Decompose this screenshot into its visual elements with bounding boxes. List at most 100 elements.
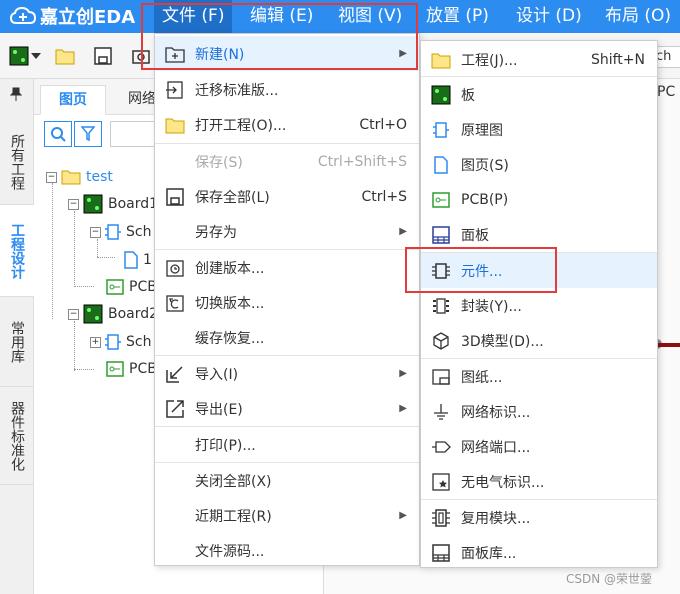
- submenu-item-component[interactable]: 元件...: [421, 253, 657, 288]
- tree-item-board[interactable]: − Board1: [68, 191, 158, 217]
- tree-item-label: Board2: [108, 306, 159, 322]
- board-icon: [83, 194, 103, 214]
- menu-file[interactable]: 文件 (F): [154, 0, 233, 33]
- tree-item-schematic[interactable]: + Sch: [90, 329, 151, 355]
- menu-item-shortcut: Ctrl+O: [359, 116, 407, 133]
- page-icon: [431, 155, 451, 175]
- chevron-down-icon[interactable]: [30, 45, 42, 67]
- menu-item-shortcut: Shift+N: [590, 51, 645, 68]
- menu-item-new[interactable]: 新建(N) ▶: [155, 36, 419, 71]
- submenu-item-footprint[interactable]: 封装(Y)...: [421, 288, 657, 323]
- tab-pages[interactable]: 图页: [40, 85, 106, 115]
- footprint-icon: [431, 296, 451, 316]
- schematic-icon: [105, 333, 121, 351]
- menu-item-cache-restore[interactable]: 缓存恢复...: [155, 320, 419, 355]
- submenu-item-net-label[interactable]: 网络标识...: [421, 394, 657, 429]
- expand-icon[interactable]: +: [90, 336, 101, 348]
- tab-common-library[interactable]: 常用库: [0, 297, 34, 387]
- menu-item-create-version[interactable]: 创建版本...: [155, 250, 419, 285]
- app-logo-text: 嘉立创EDA: [40, 7, 136, 28]
- collapse-icon[interactable]: −: [68, 308, 79, 320]
- tree-item-pcb[interactable]: PCB: [106, 356, 157, 382]
- submenu-item-drawing-sheet[interactable]: 图纸...: [421, 359, 657, 394]
- menu-item-save: 保存(S) Ctrl+Shift+S: [155, 144, 419, 179]
- net-port-icon: [431, 437, 451, 457]
- submenu-item-net-port[interactable]: 网络端口...: [421, 429, 657, 464]
- save-icon[interactable]: [92, 45, 114, 67]
- page-icon: [124, 251, 138, 269]
- camera-icon[interactable]: [130, 45, 152, 67]
- menu-item-label: 面板: [461, 227, 489, 244]
- menu-view[interactable]: 视图 (V): [330, 0, 410, 33]
- submenu-item-non-electrical-mark[interactable]: 无电气标识...: [421, 464, 657, 499]
- menu-edit[interactable]: 编辑 (E): [242, 0, 321, 33]
- menu-item-save-all[interactable]: 保存全部(L) Ctrl+S: [155, 179, 419, 214]
- submenu-item-reuse-module[interactable]: 复用模块...: [421, 500, 657, 535]
- open-folder-icon[interactable]: [54, 45, 76, 67]
- panel-search-input[interactable]: [110, 121, 160, 147]
- submenu-item-pcb[interactable]: PCB(P): [421, 182, 657, 217]
- menu-item-import[interactable]: 导入(I) ▶: [155, 356, 419, 391]
- pcb-icon: [106, 279, 124, 295]
- left-tab-strip: 所有工程 工程设计 常用库 器件标准化: [0, 79, 34, 594]
- file-menu: 新建(N) ▶ 迁移标准版... 打开工程(O)... Ctrl+O 保存(S)…: [154, 33, 420, 566]
- tree-item-page[interactable]: 1: [124, 247, 152, 273]
- menu-item-label: 工程(J)...: [461, 52, 518, 69]
- panel-search-buttons: [44, 121, 102, 147]
- export-icon: [165, 399, 185, 419]
- tab-project-design[interactable]: 工程设计: [0, 205, 34, 297]
- menu-design[interactable]: 设计 (D): [508, 0, 590, 33]
- tree-item-pcb[interactable]: PCB: [106, 274, 157, 300]
- ground-icon: [431, 402, 451, 422]
- submenu-item-schematic[interactable]: 原理图: [421, 112, 657, 147]
- menu-item-save-as[interactable]: 另存为 ▶: [155, 214, 419, 249]
- schematic-icon: [431, 120, 451, 140]
- menu-item-migrate[interactable]: 迁移标准版...: [155, 72, 419, 107]
- collapse-icon[interactable]: −: [90, 226, 101, 238]
- menu-item-close-all[interactable]: 关闭全部(X): [155, 463, 419, 498]
- menu-item-label: 导入(I): [195, 366, 239, 383]
- canvas-tab[interactable]: PC: [657, 84, 675, 100]
- menu-item-file-source[interactable]: 文件源码...: [155, 533, 419, 568]
- filter-icon[interactable]: [74, 121, 102, 147]
- tree-item-label: Board1: [108, 196, 159, 212]
- tree-item-schematic[interactable]: − Sch: [90, 219, 151, 245]
- menu-item-export[interactable]: 导出(E) ▶: [155, 391, 419, 426]
- tree-item-label: 1: [143, 252, 152, 268]
- new-board-icon[interactable]: [8, 45, 30, 67]
- submenu-item-panel[interactable]: 面板: [421, 217, 657, 252]
- menu-item-label: 另存为: [195, 224, 237, 241]
- version-icon: [165, 258, 185, 278]
- menu-item-recent-projects[interactable]: 近期工程(R) ▶: [155, 498, 419, 533]
- tree-line: [74, 211, 75, 287]
- menu-item-label: 创建版本...: [195, 260, 265, 277]
- tab-all-projects[interactable]: 所有工程: [0, 119, 34, 205]
- pin-icon[interactable]: [9, 87, 23, 104]
- collapse-icon[interactable]: −: [68, 198, 79, 210]
- submenu-item-page[interactable]: 图页(S): [421, 147, 657, 182]
- submenu-item-project[interactable]: 工程(J)... Shift+N: [421, 42, 657, 77]
- tab-device-standardization[interactable]: 器件标准化: [0, 387, 34, 485]
- submenu-item-board[interactable]: 板: [421, 77, 657, 112]
- tree-line: [74, 369, 94, 370]
- menu-layout[interactable]: 布局 (O): [597, 0, 679, 33]
- menu-item-switch-version[interactable]: 切换版本...: [155, 285, 419, 320]
- save-icon: [165, 187, 185, 207]
- menu-item-label: 面板库...: [461, 545, 517, 562]
- new-submenu: 工程(J)... Shift+N 板 原理图 图页(S) PCB(P) 面板 元…: [420, 40, 658, 568]
- tree-item-project[interactable]: − test: [46, 164, 113, 190]
- tree-line: [74, 286, 94, 287]
- submenu-arrow-icon: ▶: [399, 368, 407, 379]
- submenu-item-panel-library[interactable]: 面板库...: [421, 535, 657, 570]
- tree-line: [97, 257, 115, 258]
- menu-item-label: 复用模块...: [461, 510, 531, 527]
- star-frame-icon: [431, 472, 451, 492]
- collapse-icon[interactable]: −: [46, 171, 57, 183]
- tree-item-label: test: [86, 169, 113, 185]
- search-icon[interactable]: [44, 121, 72, 147]
- submenu-item-3d-model[interactable]: 3D模型(D)...: [421, 323, 657, 358]
- tree-item-board[interactable]: − Board2: [68, 301, 158, 327]
- menu-place[interactable]: 放置 (P): [418, 0, 497, 33]
- menu-item-open-project[interactable]: 打开工程(O)... Ctrl+O: [155, 107, 419, 142]
- menu-item-print[interactable]: 打印(P)...: [155, 427, 419, 462]
